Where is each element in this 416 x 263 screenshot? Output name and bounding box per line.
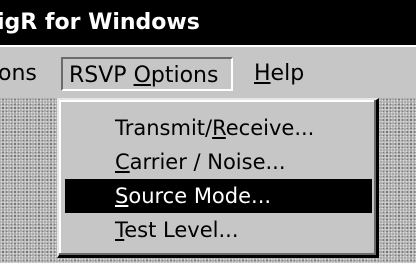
menu-help-label-post: elp (270, 61, 305, 86)
window-title: igR for Windows (0, 10, 200, 35)
menu-rsvp-label-post: ptions (150, 63, 219, 88)
menu-rsvp-label-pre: RSVP (69, 63, 134, 88)
item-label-post: eceive... (225, 116, 315, 140)
item-label-mnemonic: R (212, 116, 226, 140)
menu-item-transmit-receive[interactable]: Transmit/Receive... (65, 111, 372, 145)
menu-item-source-mode[interactable]: Source Mode... (65, 179, 372, 213)
rsvp-options-dropdown: Transmit/Receive... Carrier / Noise... S… (57, 98, 379, 258)
item-label-pre: Transmit/ (115, 116, 213, 140)
menu-bar: ons RSVP Options Help (0, 45, 416, 98)
menu-rsvp-label-mnemonic: O (133, 63, 151, 88)
item-label-mnemonic: C (115, 150, 130, 174)
item-label-post: est Level... (124, 218, 239, 242)
menu-help[interactable]: Help (254, 57, 304, 91)
menu-item-carrier-noise[interactable]: Carrier / Noise... (65, 145, 372, 179)
item-label-mnemonic: T (115, 218, 125, 242)
title-bar: igR for Windows (0, 0, 416, 45)
menu-options-partial-label: ons (0, 61, 37, 86)
menu-rsvp-options[interactable]: RSVP Options (61, 57, 233, 91)
item-label-mnemonic: S (115, 184, 129, 208)
menu-item-test-level[interactable]: Test Level... (65, 213, 372, 247)
menu-options-partial[interactable]: ons (0, 57, 37, 91)
menu-help-mnemonic: H (254, 61, 271, 86)
item-label-post: ource Mode... (128, 184, 272, 208)
item-label-post: arrier / Noise... (129, 150, 286, 174)
